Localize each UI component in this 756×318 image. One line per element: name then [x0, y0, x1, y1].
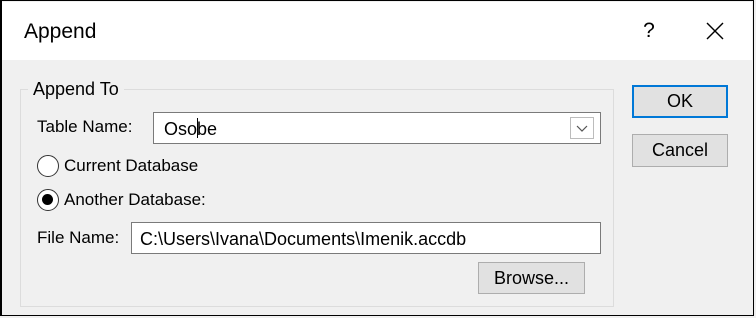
another-database-radio[interactable]: [37, 189, 59, 211]
another-database-label[interactable]: Another Database:: [64, 190, 206, 210]
current-database-radio[interactable]: [37, 155, 59, 177]
table-name-combobox[interactable]: Osobe: [153, 112, 601, 144]
table-name-dropdown-button[interactable]: [570, 117, 594, 139]
close-icon: [706, 22, 724, 40]
chevron-down-icon: [576, 125, 588, 132]
file-name-label: File Name:: [37, 228, 120, 247]
browse-button[interactable]: Browse...: [478, 262, 585, 294]
cancel-button[interactable]: Cancel: [632, 134, 728, 167]
title-bar: Append ?: [2, 2, 752, 60]
text-caret: [197, 118, 198, 138]
table-name-value: Osobe: [164, 119, 218, 139]
file-name-input[interactable]: C:\Users\Ivana\Documents\Imenik.accdb: [131, 222, 601, 254]
close-button[interactable]: [695, 14, 735, 48]
append-to-legend: Append To: [28, 79, 124, 100]
dialog-title: Append: [24, 20, 97, 43]
table-name-label: Table Name:: [37, 117, 133, 136]
current-database-label[interactable]: Current Database: [64, 156, 198, 176]
ok-button[interactable]: OK: [632, 85, 728, 118]
file-name-value: C:\Users\Ivana\Documents\Imenik.accdb: [140, 229, 467, 249]
help-button[interactable]: ?: [629, 14, 669, 48]
